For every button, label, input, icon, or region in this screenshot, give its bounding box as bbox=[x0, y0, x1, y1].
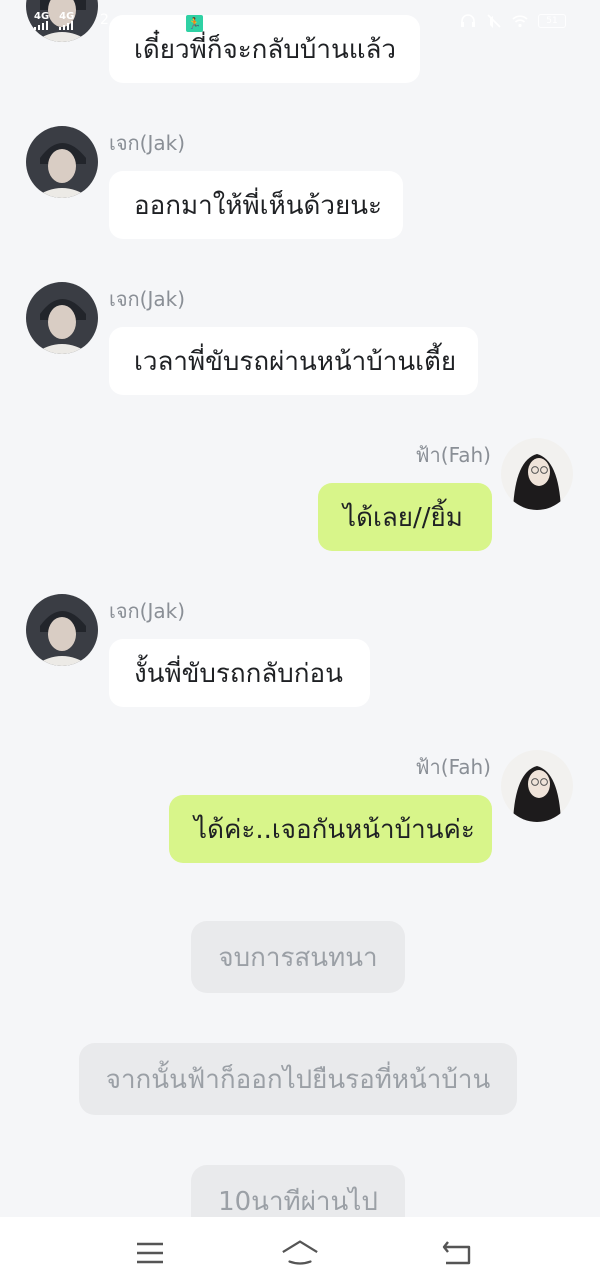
message-bubble[interactable]: ออกมาให้พี่เห็นด้วยนะ bbox=[109, 171, 403, 239]
system-nav-bar bbox=[0, 1217, 600, 1287]
network-type-2: 4G bbox=[59, 11, 75, 22]
sender-name: เจก(Jak) bbox=[109, 599, 186, 623]
wifi-icon bbox=[512, 15, 528, 28]
sender-name: เจก(Jak) bbox=[109, 287, 186, 311]
signal-icon-2: 4G bbox=[59, 12, 74, 30]
sender-name: เจก(Jak) bbox=[109, 131, 186, 155]
avatar-fah[interactable] bbox=[501, 750, 573, 822]
narration-text: จากนั้นฟ้าก็ออกไปยืนรอที่หน้าบ้าน bbox=[105, 1064, 491, 1095]
narration-box: จากนั้นฟ้าก็ออกไปยืนรอที่หน้าบ้าน bbox=[79, 1043, 517, 1115]
menu-icon bbox=[137, 1242, 163, 1264]
home-button[interactable] bbox=[280, 1235, 320, 1271]
back-button[interactable] bbox=[437, 1235, 477, 1271]
chat-screen: 4G 4G 2 🏃 51 เดี๋ยวพี่ก็จะกลับบ้านแล้ว เ… bbox=[0, 0, 600, 1287]
message-text: เวลาพี่ขับรถผ่านหน้าบ้านเตี้ย bbox=[134, 346, 457, 377]
avatar-fah[interactable] bbox=[501, 438, 573, 510]
network-type-1: 4G bbox=[34, 11, 50, 22]
narration-text: 10นาทีผ่านไป bbox=[218, 1186, 378, 1217]
sender-name: ฟ้า(Fah) bbox=[415, 443, 491, 467]
message-bubble[interactable]: ได้เลย//ยิ้ม bbox=[318, 483, 492, 551]
message-text: ออกมาให้พี่เห็นด้วยนะ bbox=[134, 190, 382, 221]
sender-name: ฟ้า(Fah) bbox=[415, 755, 491, 779]
narration-box: จบการสนทนา bbox=[191, 921, 405, 993]
headphone-icon bbox=[461, 14, 475, 27]
message-bubble[interactable]: งั้นพี่ขับรถกลับก่อน bbox=[109, 639, 370, 707]
message-text: ได้ค่ะ..เจอกันหน้าบ้านค่ะ bbox=[194, 814, 475, 845]
message-text: ได้เลย//ยิ้ม bbox=[343, 502, 463, 533]
status-bar: 4G 4G 2 🏃 51 bbox=[0, 0, 600, 40]
status-icons: 51 bbox=[460, 14, 566, 28]
signal-icon: 4G bbox=[34, 12, 49, 30]
avatar-jak[interactable] bbox=[26, 126, 98, 198]
home-icon bbox=[282, 1240, 318, 1265]
network-indicators: 4G 4G bbox=[34, 12, 74, 30]
message-bubble[interactable]: ได้ค่ะ..เจอกันหน้าบ้านค่ะ bbox=[169, 795, 492, 863]
message-text: งั้นพี่ขับรถกลับก่อน bbox=[134, 658, 343, 689]
battery-icon: 51 bbox=[538, 14, 566, 28]
status-time: 2 bbox=[100, 12, 109, 28]
avatar-jak[interactable] bbox=[26, 594, 98, 666]
running-man-icon: 🏃 bbox=[186, 15, 203, 32]
back-icon bbox=[442, 1241, 471, 1265]
mute-icon bbox=[487, 14, 501, 28]
message-bubble[interactable]: เวลาพี่ขับรถผ่านหน้าบ้านเตี้ย bbox=[109, 327, 478, 395]
avatar-jak[interactable] bbox=[26, 282, 98, 354]
menu-button[interactable] bbox=[130, 1235, 170, 1271]
narration-text: จบการสนทนา bbox=[218, 942, 378, 973]
